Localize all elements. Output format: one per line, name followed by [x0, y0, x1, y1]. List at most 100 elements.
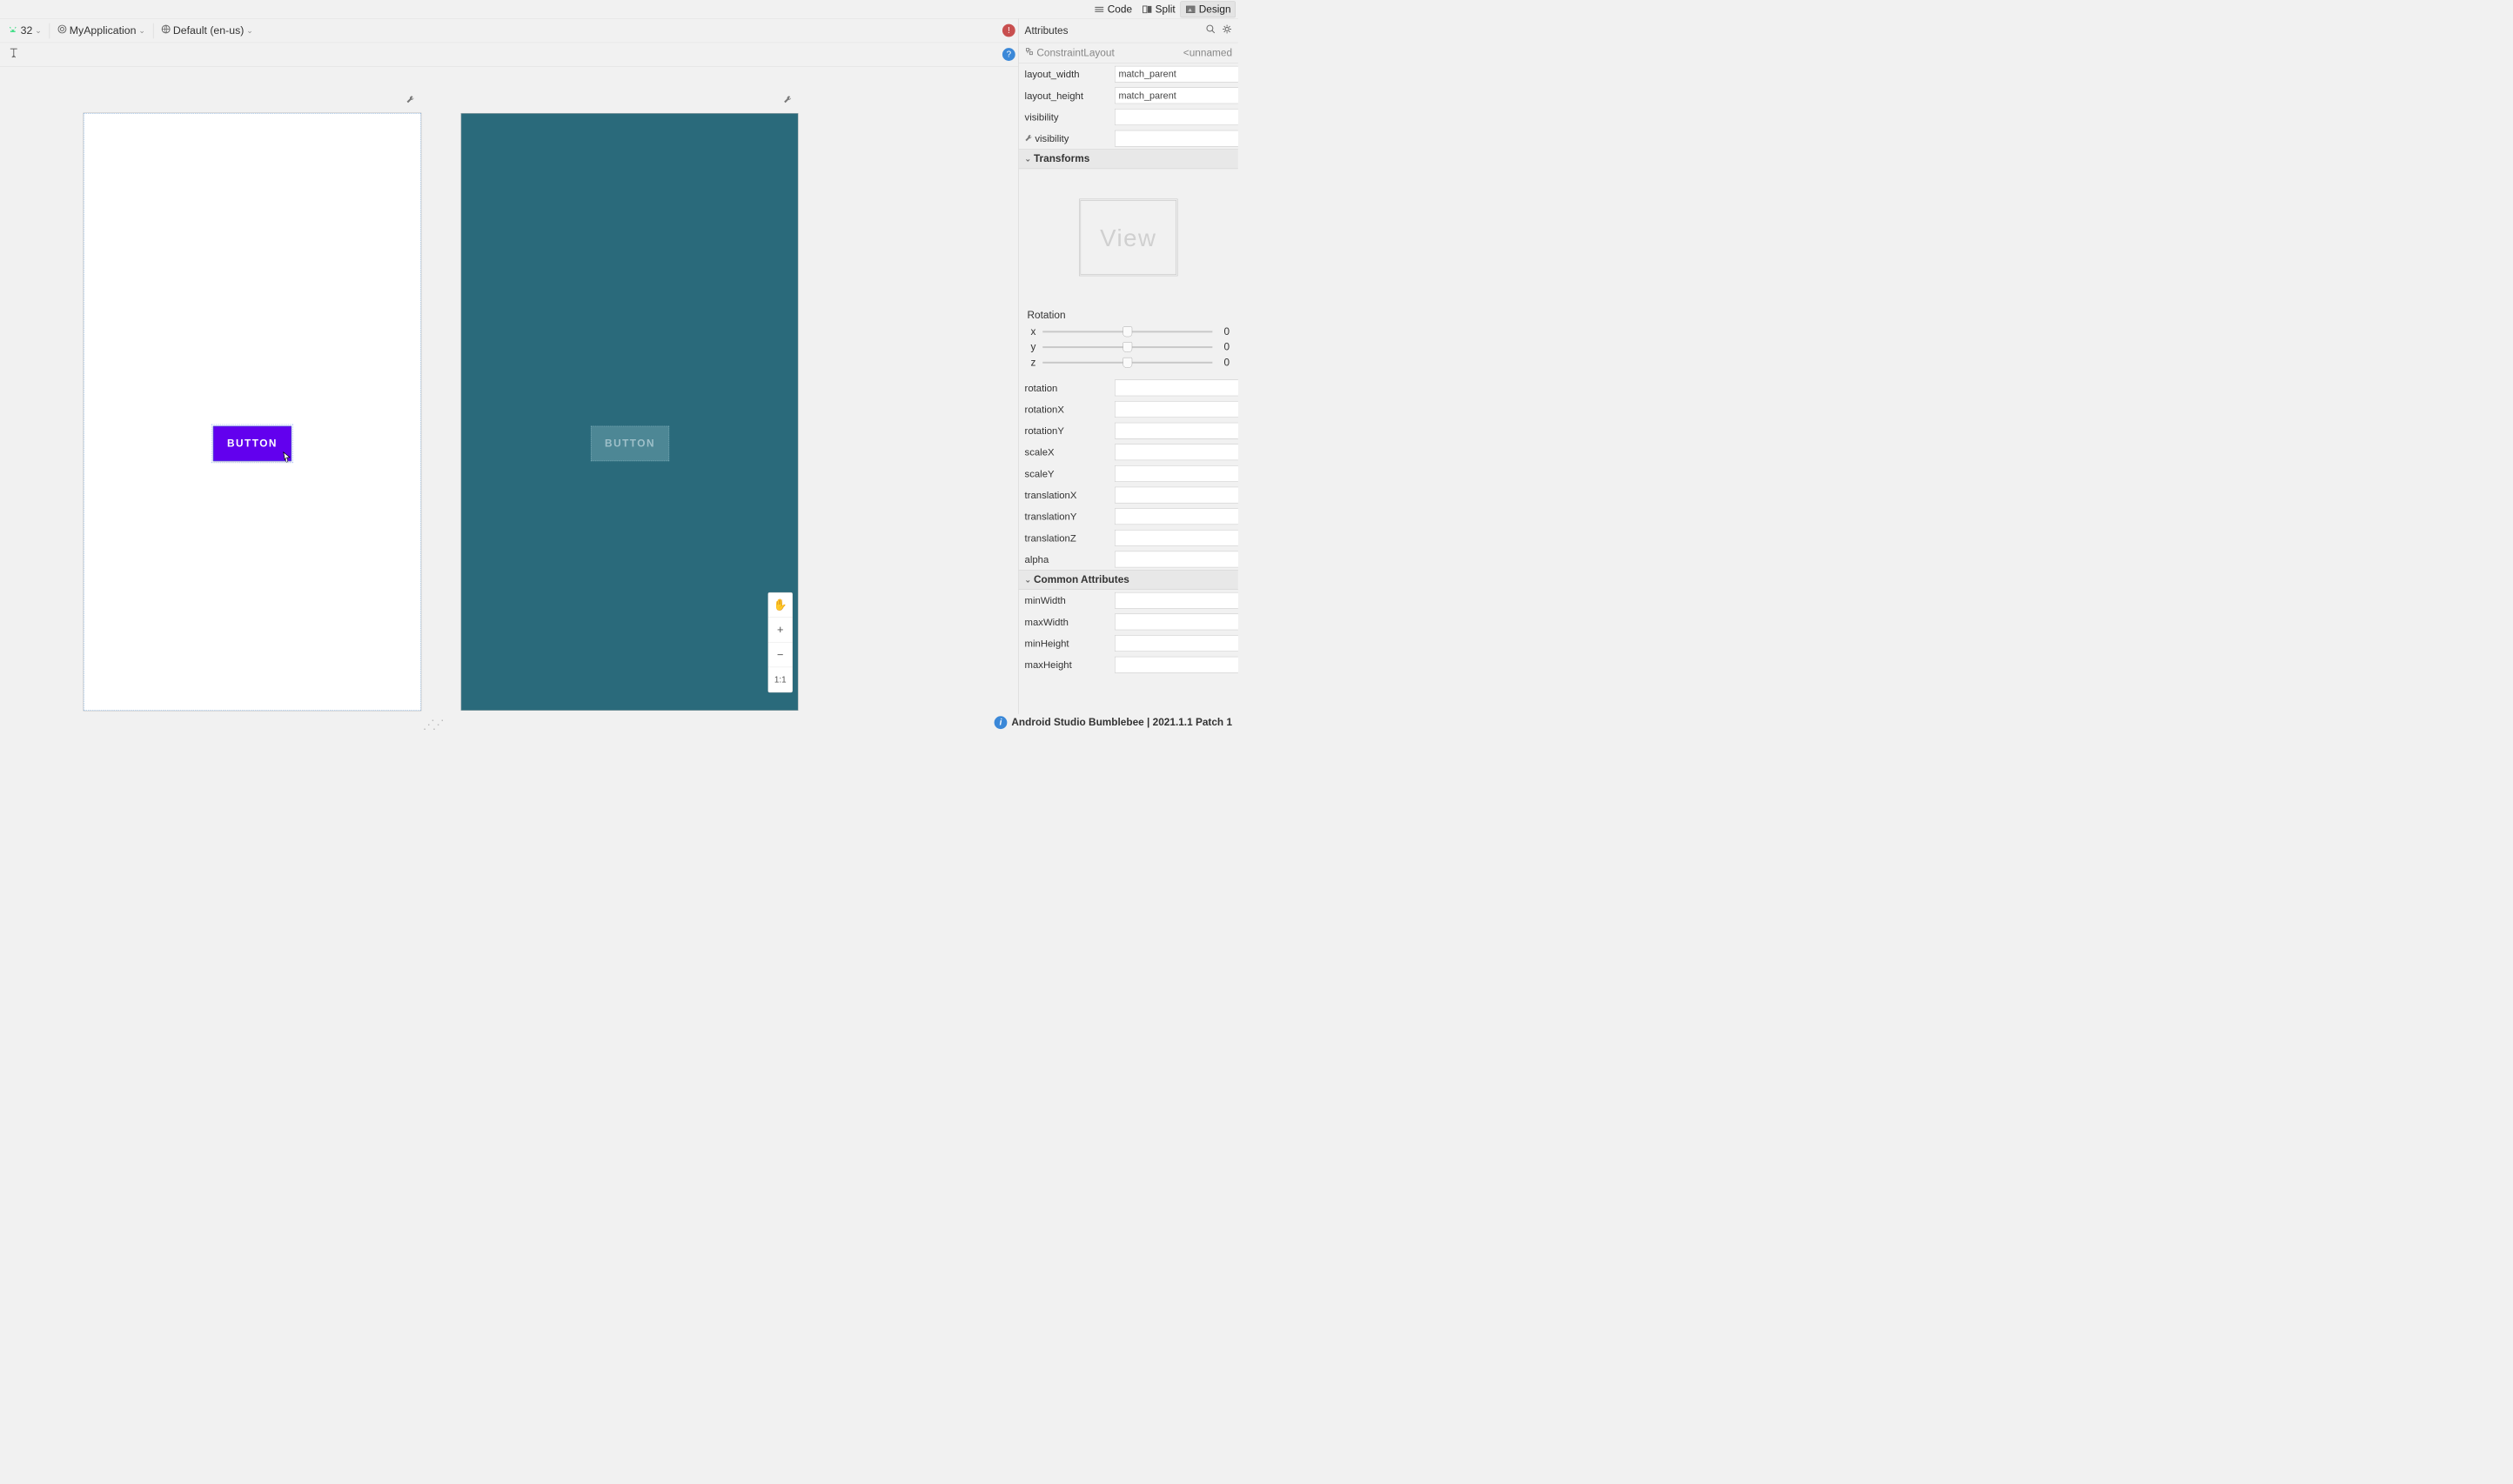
tab-design[interactable]: Design	[1181, 1, 1236, 17]
android-icon	[8, 24, 18, 37]
attr-label: rotation	[1025, 382, 1111, 393]
attr-label: scaleX	[1025, 446, 1111, 458]
attr-label: minWidth	[1025, 595, 1111, 606]
tools-visibility-input[interactable]	[1115, 130, 1238, 147]
attr-label: rotationX	[1025, 404, 1111, 415]
split-icon	[1142, 5, 1153, 14]
rotationx-input[interactable]	[1115, 401, 1238, 418]
help-badge[interactable]: ?	[1002, 48, 1015, 61]
attr-label: scaleY	[1025, 468, 1111, 479]
rotation-input[interactable]	[1115, 380, 1238, 397]
chevron-down-icon: ⌄	[1025, 575, 1031, 584]
alpha-input[interactable]	[1115, 551, 1238, 568]
zoom-out-button[interactable]: −	[768, 643, 793, 668]
maxheight-input[interactable]	[1115, 657, 1238, 673]
attributes-panel: Attributes ConstraintLayout <unnamed lay…	[1018, 19, 1238, 714]
attr-layout-width: layout_width ▾	[1019, 64, 1238, 85]
warning-badge[interactable]: !	[1002, 24, 1015, 37]
attributes-header: Attributes	[1019, 19, 1238, 43]
attr-label: translationX	[1025, 489, 1111, 500]
maxwidth-input[interactable]	[1115, 614, 1238, 631]
button-label: BUTTON	[605, 438, 655, 450]
zoom-in-button[interactable]: +	[768, 618, 793, 643]
canvas-button-light[interactable]: BUTTON	[213, 426, 292, 461]
attr-visibility: visibility ▾	[1019, 106, 1238, 128]
code-icon	[1094, 5, 1105, 14]
attr-label: visibility	[1025, 111, 1111, 123]
transform-preview: View	[1019, 169, 1238, 306]
rotation-x-slider[interactable]: x 0	[1028, 325, 1230, 338]
device-preview-blueprint[interactable]	[461, 113, 799, 711]
canvas-button-blueprint[interactable]: BUTTON	[591, 426, 669, 461]
zoom-controls: ✋ + − 1:1	[767, 592, 793, 692]
design-icon	[1185, 5, 1196, 14]
constraint-layout-icon	[1025, 47, 1035, 59]
chevron-down-icon: ⌄	[138, 26, 144, 35]
info-icon[interactable]: i	[995, 716, 1008, 729]
api-level: 32	[21, 24, 33, 37]
wrench-icon[interactable]	[406, 95, 417, 105]
tab-code-label: Code	[1108, 3, 1132, 16]
design-toolbar: 32 ⌄ MyApplication ⌄ Default (en-us) ⌄	[0, 19, 1018, 43]
translationy-input[interactable]	[1115, 508, 1238, 525]
attr-label: rotationY	[1025, 425, 1111, 437]
wrench-icon[interactable]	[783, 95, 794, 105]
attr-label: layout_height	[1025, 90, 1111, 101]
attr-label: maxHeight	[1025, 659, 1111, 671]
status-text: Android Studio Bumblebee | 2021.1.1 Patc…	[1011, 717, 1232, 729]
locale-selector[interactable]: Default (en-us) ⌄	[158, 23, 256, 38]
scalex-input[interactable]	[1115, 444, 1238, 460]
minheight-input[interactable]	[1115, 635, 1238, 652]
device-preview-light[interactable]	[84, 113, 421, 711]
attr-layout-height: layout_height ▾	[1019, 85, 1238, 107]
tab-code[interactable]: Code	[1089, 2, 1136, 17]
attr-label: layout_width	[1025, 69, 1111, 80]
attr-tools-visibility: visibility ▾	[1019, 128, 1238, 150]
locale-label: Default (en-us)	[173, 24, 244, 37]
rotationy-input[interactable]	[1115, 423, 1238, 439]
layout-height-input[interactable]	[1115, 88, 1238, 104]
target-icon	[57, 24, 67, 37]
globe-icon	[161, 24, 171, 37]
attr-label: translationY	[1025, 511, 1111, 522]
app-selector[interactable]: MyApplication ⌄	[55, 23, 148, 38]
translationz-input[interactable]	[1115, 530, 1238, 546]
attributes-breadcrumb: ConstraintLayout <unnamed	[1019, 43, 1238, 64]
rotation-controls: Rotation x 0 y 0 z 0	[1019, 306, 1238, 378]
transforms-section-header[interactable]: ⌄ Transforms	[1019, 149, 1238, 169]
design-subtoolbar	[0, 43, 1018, 67]
search-icon[interactable]	[1205, 24, 1216, 37]
minwidth-input[interactable]	[1115, 592, 1238, 609]
design-canvas[interactable]: BUTTON BUTTON ⋰⋰ ✋ + − 1:1	[0, 67, 1018, 714]
attr-label: translationZ	[1025, 532, 1111, 544]
zoom-actual-button[interactable]: 1:1	[768, 667, 793, 692]
rotation-y-slider[interactable]: y 0	[1028, 341, 1230, 353]
autoconnect-icon[interactable]	[8, 47, 20, 62]
wrench-icon	[1025, 132, 1033, 144]
chevron-down-icon: ⌄	[246, 26, 252, 35]
rotation-header: Rotation	[1028, 310, 1230, 322]
translationx-input[interactable]	[1115, 487, 1238, 504]
app-name: MyApplication	[70, 24, 137, 37]
rotation-z-slider[interactable]: z 0	[1028, 357, 1230, 369]
layout-width-input[interactable]	[1115, 66, 1238, 83]
view-preview-box: View	[1079, 199, 1177, 277]
attr-label: maxWidth	[1025, 616, 1111, 627]
tab-split[interactable]: Split	[1137, 2, 1180, 17]
chevron-down-icon: ⌄	[35, 26, 41, 35]
tab-design-label: Design	[1199, 3, 1231, 16]
attr-label: alpha	[1025, 553, 1111, 565]
attr-label: visibility	[1035, 132, 1069, 144]
visibility-input[interactable]	[1115, 109, 1238, 125]
attributes-title: Attributes	[1025, 24, 1069, 37]
chevron-down-icon: ⌄	[1025, 155, 1031, 164]
tab-split-label: Split	[1156, 3, 1176, 16]
layout-type: ConstraintLayout	[1036, 47, 1114, 59]
pan-button[interactable]: ✋	[768, 592, 793, 618]
gear-icon[interactable]	[1222, 24, 1232, 37]
common-attributes-header[interactable]: ⌄ Common Attributes	[1019, 570, 1238, 590]
button-label: BUTTON	[227, 438, 278, 450]
layout-id: <unnamed	[1183, 47, 1232, 59]
api-selector[interactable]: 32 ⌄	[5, 23, 44, 39]
scaley-input[interactable]	[1115, 465, 1238, 482]
